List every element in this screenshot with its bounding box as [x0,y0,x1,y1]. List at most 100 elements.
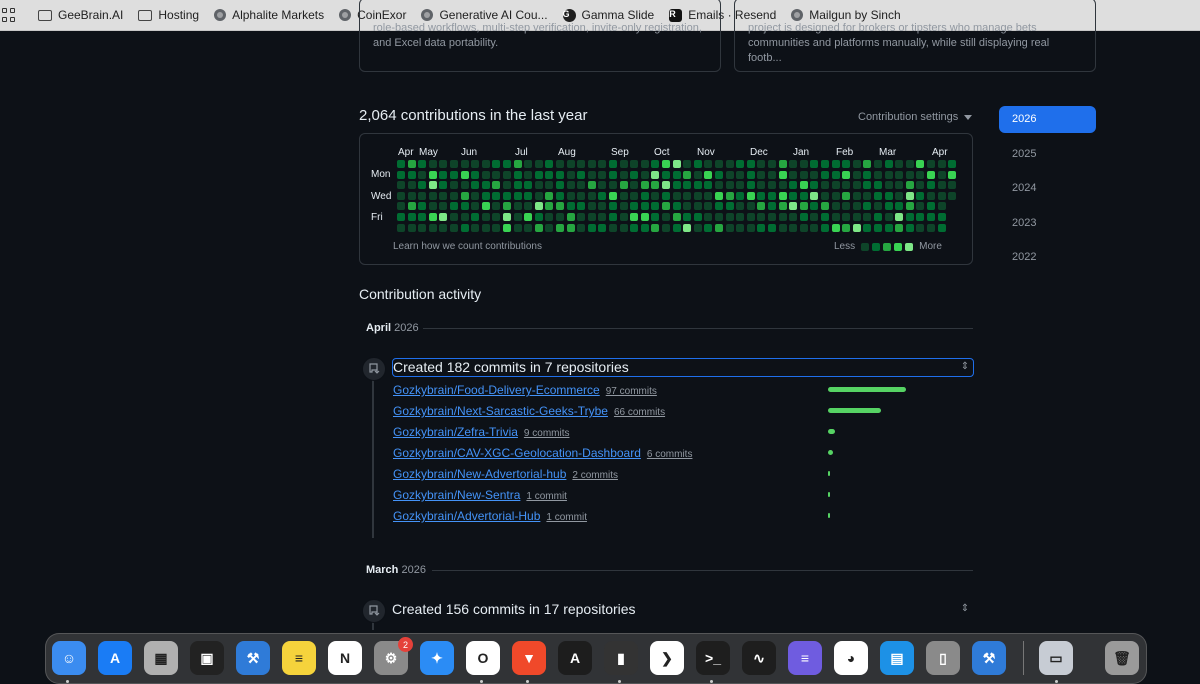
contribution-day[interactable] [513,213,522,221]
app-store-icon[interactable]: A [98,641,132,675]
contribution-day[interactable] [842,160,851,168]
contribution-day[interactable] [746,181,755,190]
contribution-day[interactable] [471,223,480,232]
contribution-day[interactable] [439,191,448,200]
contribution-day[interactable] [715,191,723,200]
contribution-day[interactable] [481,202,490,211]
contribution-day[interactable] [831,223,840,232]
contribution-day[interactable] [683,191,692,200]
contribution-day[interactable] [492,181,501,190]
contribution-day[interactable] [810,181,819,190]
contribution-day[interactable] [937,213,946,221]
contribution-day[interactable] [577,181,586,190]
contribution-day[interactable] [916,213,925,221]
contribution-day[interactable] [831,202,840,211]
contribution-day[interactable] [534,223,543,232]
contribution-day[interactable] [810,160,819,168]
contribution-day[interactable] [799,160,808,168]
safari-icon[interactable]: ✦ [420,641,454,675]
contribution-day[interactable] [428,213,437,221]
trash-icon[interactable]: 🗑 [1105,641,1139,675]
contribution-day[interactable] [905,160,914,168]
contribution-day[interactable] [439,160,448,168]
contribution-day[interactable] [450,160,458,168]
contribution-day[interactable] [704,223,713,232]
contribution-day[interactable] [524,170,533,179]
contribution-day[interactable] [651,191,660,200]
contribution-day[interactable] [768,223,776,232]
contribution-day[interactable] [778,181,787,190]
brave-icon[interactable]: ▼ [512,641,546,675]
contribution-day[interactable] [651,202,660,211]
contribution-day[interactable] [450,202,458,211]
ollama-icon[interactable]: ◕ [834,641,868,675]
contribution-day[interactable] [937,202,946,211]
contribution-day[interactable] [852,160,861,168]
contribution-day[interactable] [566,181,575,190]
contribution-day[interactable] [619,181,628,190]
contribution-day[interactable] [863,191,872,200]
pinned-repo-card-left[interactable]: role-based workflows, multi-step verific… [359,0,721,72]
xcode-instruments-icon[interactable]: ⚒ [972,641,1006,675]
contribution-day[interactable] [799,202,808,211]
contribution-day[interactable] [821,223,829,232]
contribution-day[interactable] [874,223,882,232]
opera-icon[interactable]: O [466,641,500,675]
mosaic-icon[interactable]: ▣ [190,641,224,675]
contribution-day[interactable] [746,213,755,221]
contribution-day[interactable] [768,160,776,168]
contribution-day[interactable] [863,223,872,232]
contribution-day[interactable] [746,160,755,168]
contribution-day[interactable] [566,223,575,232]
contribution-day[interactable] [577,213,586,221]
contribution-day[interactable] [609,223,617,232]
contribution-day[interactable] [895,191,904,200]
contribution-day[interactable] [418,202,427,211]
commit-count-link[interactable]: 1 commit [526,491,567,502]
contribution-day[interactable] [609,160,617,168]
contribution-day[interactable] [619,160,628,168]
contribution-day[interactable] [577,223,586,232]
contribution-day[interactable] [407,181,416,190]
contribution-day[interactable] [884,160,893,168]
contribution-day[interactable] [418,191,427,200]
contribution-day[interactable] [503,223,511,232]
contribution-day[interactable] [492,191,501,200]
commit-count-link[interactable]: 6 commits [647,449,693,460]
contribution-day[interactable] [471,191,480,200]
dark-app-icon[interactable]: ▮ [604,641,638,675]
repo-link[interactable]: Gozkybrain/Advertorial-Hub [393,509,540,523]
vscode-icon[interactable]: ❯ [650,641,684,675]
contribution-day[interactable] [587,213,596,221]
contribution-day[interactable] [693,160,702,168]
activity-monitor-icon[interactable]: ∿ [742,641,776,675]
contribution-day[interactable] [778,213,787,221]
contribution-day[interactable] [683,223,692,232]
contribution-day[interactable] [651,170,660,179]
contribution-day[interactable] [778,223,787,232]
contribution-day[interactable] [524,202,533,211]
contribution-day[interactable] [640,223,649,232]
contribution-day[interactable] [905,170,914,179]
contribution-day[interactable] [407,213,416,221]
contribution-day[interactable] [948,181,957,190]
learn-how-link[interactable]: Learn how we count contributions [393,241,542,252]
contribution-day[interactable] [715,213,723,221]
notes-icon[interactable]: ≡ [282,641,316,675]
contribution-day[interactable] [566,202,575,211]
contribution-day[interactable] [757,170,766,179]
repo-link[interactable]: Gozkybrain/Food-Delivery-Ecommerce [393,383,600,397]
contribution-day[interactable] [778,191,787,200]
contribution-day[interactable] [937,181,946,190]
contribution-day[interactable] [598,223,607,232]
contribution-day[interactable] [407,202,416,211]
contribution-day[interactable] [704,181,713,190]
contribution-day[interactable] [556,202,564,211]
contribution-day[interactable] [587,223,596,232]
year-2026[interactable]: 2026 [999,106,1096,133]
year-2024[interactable]: 2024 [999,175,1096,202]
contribution-day[interactable] [662,213,670,221]
contribution-day[interactable] [842,181,851,190]
contribution-day[interactable] [534,170,543,179]
contribution-day[interactable] [577,191,586,200]
